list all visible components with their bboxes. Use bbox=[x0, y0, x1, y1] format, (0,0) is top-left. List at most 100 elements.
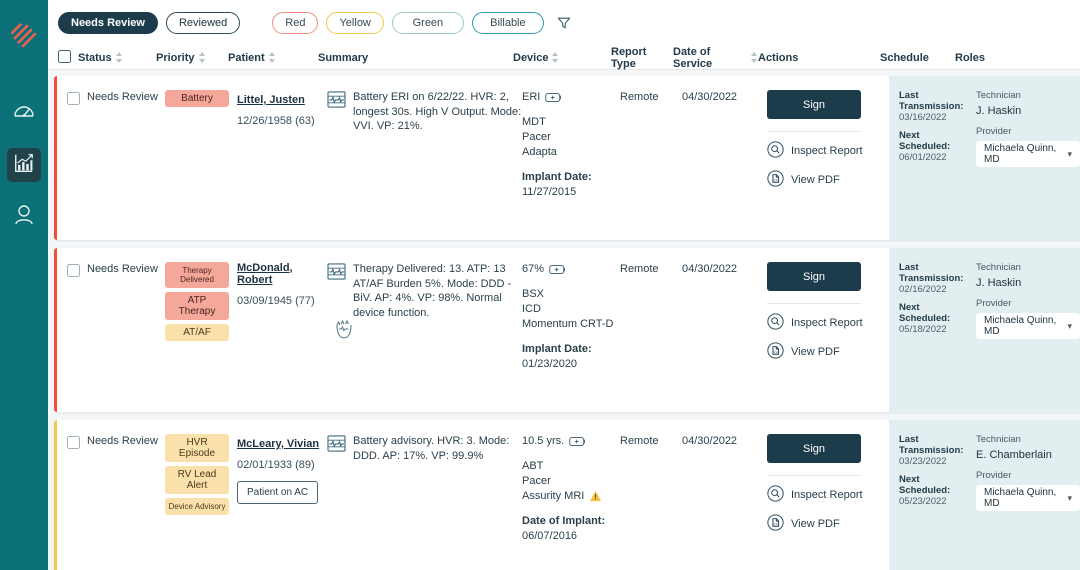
column-header-status[interactable]: Status bbox=[78, 52, 156, 64]
filter-pill-yellow[interactable]: Yellow bbox=[326, 12, 383, 34]
implant-date-value: 11/27/2015 bbox=[522, 185, 620, 200]
column-header-patient[interactable]: Patient bbox=[228, 52, 318, 64]
priority-badge: AT/AF bbox=[165, 324, 229, 341]
provider-select[interactable]: Michaela Quinn, MD ▾ bbox=[976, 313, 1080, 339]
person-icon bbox=[12, 203, 36, 232]
inspect-report-button[interactable]: Inspect Report bbox=[767, 485, 889, 505]
device-status: ERI bbox=[522, 90, 540, 105]
sort-arrows-icon bbox=[552, 52, 559, 63]
chevron-down-icon: ▾ bbox=[1067, 321, 1072, 332]
report-rows: Needs Review Battery Littel, Justen 12/2… bbox=[48, 70, 1080, 570]
inspect-report-button[interactable]: Inspect Report bbox=[767, 313, 889, 333]
row-patient: Littel, Justen 12/26/1958 (63) bbox=[237, 90, 327, 240]
row-date-of-service: 04/30/2022 bbox=[682, 90, 767, 240]
provider-select-value: Michaela Quinn, MD bbox=[984, 487, 1067, 509]
patient-name-link[interactable]: Littel, Justen bbox=[237, 94, 305, 106]
row-priority: HVR EpisodeRV Lead AlertDevice Advisory bbox=[165, 434, 237, 570]
ecg-strip-icon bbox=[327, 263, 346, 320]
row-checkbox[interactable] bbox=[67, 436, 80, 449]
view-pdf-icon: PDF bbox=[767, 170, 784, 190]
view-pdf-button[interactable]: PDF View PDF bbox=[767, 342, 889, 362]
filter-pill-green[interactable]: Green bbox=[392, 12, 464, 34]
row-checkbox[interactable] bbox=[67, 92, 80, 105]
filter-pill-red[interactable]: Red bbox=[272, 12, 318, 34]
select-all-checkbox[interactable] bbox=[58, 50, 71, 63]
column-header-date-of-service[interactable]: Date of Service bbox=[673, 46, 758, 70]
last-transmission-value: 03/16/2022 bbox=[899, 112, 964, 123]
patient-flag-button[interactable]: Patient on AC bbox=[237, 481, 318, 504]
row-patient: McLeary, Vivian 02/01/1933 (89) Patient … bbox=[237, 434, 327, 570]
row-report-type: Remote bbox=[620, 90, 682, 240]
row-date-of-service: 04/30/2022 bbox=[682, 262, 767, 412]
column-label-date-of-service: Date of Service bbox=[673, 46, 747, 70]
row-device: 67% BSX ICD Momentum CRT-D Implant Date:… bbox=[522, 262, 620, 412]
sign-button[interactable]: Sign bbox=[767, 434, 861, 463]
row-patient: McDonald, Robert 03/09/1945 (77) bbox=[237, 262, 327, 412]
column-header-report-type: Report Type bbox=[611, 46, 673, 70]
select-all-checkbox-cell bbox=[48, 50, 78, 66]
column-header-priority[interactable]: Priority bbox=[156, 52, 228, 64]
row-checkbox-cell bbox=[57, 434, 87, 570]
device-type: ICD bbox=[522, 302, 620, 317]
column-header-device[interactable]: Device bbox=[513, 52, 611, 64]
provider-label: Provider bbox=[976, 470, 1080, 481]
column-header-actions: Actions bbox=[758, 52, 880, 64]
table-row[interactable]: Needs Review Battery Littel, Justen 12/2… bbox=[54, 76, 1080, 240]
last-transmission-value: 03/23/2022 bbox=[899, 456, 964, 467]
ecg-strip-icon bbox=[327, 91, 346, 134]
sidebar-item-dashboard[interactable] bbox=[7, 96, 41, 130]
table-row[interactable]: Needs Review HVR EpisodeRV Lead AlertDev… bbox=[54, 420, 1080, 570]
last-transmission-label: Last Transmission: bbox=[899, 90, 964, 112]
bar-chart-icon bbox=[13, 152, 35, 179]
technician-label: Technician bbox=[976, 434, 1080, 445]
technician-value: E. Chamberlain bbox=[976, 449, 1080, 461]
svg-text:PDF: PDF bbox=[772, 179, 778, 183]
view-pdf-button[interactable]: PDF View PDF bbox=[767, 514, 889, 534]
inspect-report-button[interactable]: Inspect Report bbox=[767, 141, 889, 161]
filter-funnel-icon[interactable] bbox=[556, 15, 572, 31]
patient-dob: 02/01/1933 (89) bbox=[237, 459, 327, 471]
last-transmission-label: Last Transmission: bbox=[899, 262, 964, 284]
row-summary: Battery advisory. HVR: 3. Mode: DDD. AP:… bbox=[327, 434, 522, 570]
device-model: Assurity MRI bbox=[522, 489, 620, 504]
gauge-icon bbox=[12, 99, 36, 128]
filter-pill-billable[interactable]: Billable bbox=[472, 12, 544, 34]
sidebar-item-patients[interactable] bbox=[7, 200, 41, 234]
provider-select[interactable]: Michaela Quinn, MD ▾ bbox=[976, 141, 1080, 167]
heart-stripes-logo[interactable] bbox=[7, 18, 41, 52]
sign-button[interactable]: Sign bbox=[767, 90, 861, 119]
row-schedule-roles-panel: Last Transmission: 03/23/2022 Next Sched… bbox=[889, 420, 1080, 570]
app-root: Needs Review Reviewed Red Yellow Green B… bbox=[0, 0, 1080, 570]
summary-text: Battery ERI on 6/22/22. HVR: 2, longest … bbox=[353, 90, 522, 134]
view-pdf-icon: PDF bbox=[767, 514, 784, 534]
row-checkbox[interactable] bbox=[67, 264, 80, 277]
row-actions: Sign Inspect Report PDF View PDF bbox=[767, 434, 889, 570]
row-main: Needs Review HVR EpisodeRV Lead AlertDev… bbox=[57, 420, 889, 570]
row-schedule-roles-panel: Last Transmission: 02/16/2022 Next Sched… bbox=[889, 248, 1080, 412]
sign-button[interactable]: Sign bbox=[767, 262, 861, 291]
inspect-report-label: Inspect Report bbox=[791, 317, 863, 329]
patient-name-link[interactable]: McLeary, Vivian bbox=[237, 438, 319, 450]
svg-text:PDF: PDF bbox=[772, 523, 778, 527]
chevron-down-icon: ▾ bbox=[1067, 493, 1072, 504]
table-row[interactable]: Needs Review Therapy DeliveredATP Therap… bbox=[54, 248, 1080, 412]
view-pdf-button[interactable]: PDF View PDF bbox=[767, 170, 889, 190]
next-scheduled-label: Next Scheduled: bbox=[899, 302, 964, 324]
inspect-report-label: Inspect Report bbox=[791, 489, 863, 501]
device-manufacturer: ABT bbox=[522, 459, 620, 474]
device-manufacturer: MDT bbox=[522, 115, 620, 130]
chevron-down-icon: ▾ bbox=[1067, 149, 1072, 160]
device-type: Pacer bbox=[522, 474, 620, 489]
patient-name-link[interactable]: McDonald, Robert bbox=[237, 262, 327, 286]
technician-value: J. Haskin bbox=[976, 277, 1080, 289]
svg-text:PDF: PDF bbox=[772, 351, 778, 355]
view-pdf-label: View PDF bbox=[791, 174, 840, 186]
sidebar-item-reports[interactable] bbox=[7, 148, 41, 182]
battery-icon bbox=[569, 436, 587, 447]
filter-pill-needs-review[interactable]: Needs Review bbox=[58, 12, 158, 34]
provider-select[interactable]: Michaela Quinn, MD ▾ bbox=[976, 485, 1080, 511]
implant-date-label: Date of Implant: bbox=[522, 514, 620, 529]
column-label-report-type: Report Type bbox=[611, 46, 673, 70]
filter-pill-reviewed[interactable]: Reviewed bbox=[166, 12, 240, 34]
sidebar bbox=[0, 0, 48, 570]
